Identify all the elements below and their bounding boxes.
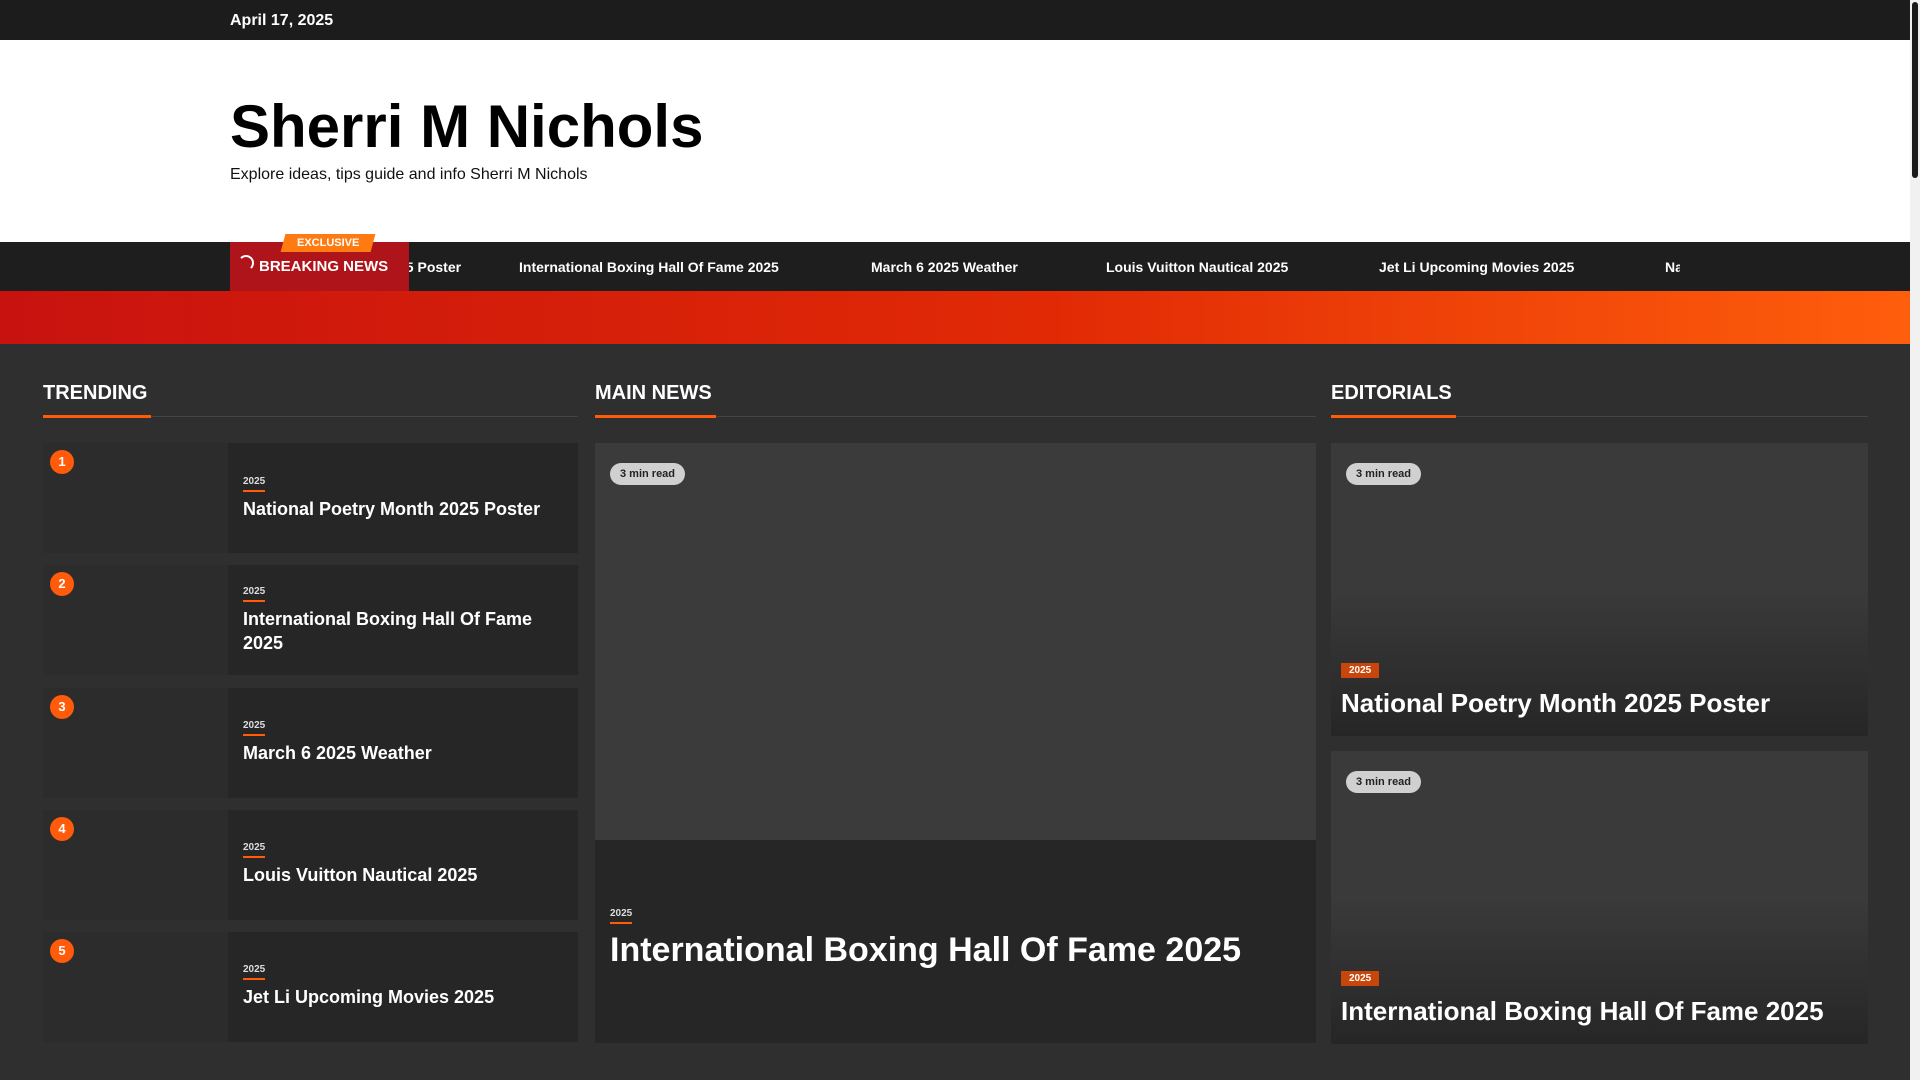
ticker-item[interactable]: Louis Vuitton Nautical 2025 bbox=[1106, 259, 1288, 275]
main-news-card[interactable]: 3 min read 2025 International Boxing Hal… bbox=[595, 443, 1316, 1043]
trending-item[interactable]: 3 2025 March 6 2025 Weather bbox=[43, 688, 578, 798]
ticker-item[interactable]: Jet Li Upcoming Movies 2025 bbox=[1379, 259, 1574, 275]
category-tag[interactable]: 2025 bbox=[243, 964, 266, 980]
trending-title[interactable]: Jet Li Upcoming Movies 2025 bbox=[243, 985, 563, 1009]
category-tag[interactable]: 2025 bbox=[243, 720, 266, 736]
category-tag[interactable]: 2025 bbox=[243, 476, 266, 492]
trending-title[interactable]: International Boxing Hall Of Fame 2025 bbox=[243, 607, 563, 655]
trending-title[interactable]: Louis Vuitton Nautical 2025 bbox=[243, 863, 563, 887]
trending-title[interactable]: National Poetry Month 2025 Poster bbox=[243, 497, 563, 521]
category-tag[interactable]: 2025 bbox=[1341, 971, 1380, 986]
site-title[interactable]: Sherri M Nichols bbox=[230, 92, 703, 161]
category-tag[interactable]: 2025 bbox=[610, 908, 633, 924]
read-time-badge: 3 min read bbox=[1346, 771, 1422, 793]
section-accent bbox=[1331, 415, 1456, 418]
editorial-title[interactable]: National Poetry Month 2025 Poster bbox=[1341, 688, 1770, 719]
page-scrollbar[interactable] bbox=[1910, 0, 1920, 1080]
trending-title[interactable]: March 6 2025 Weather bbox=[243, 741, 563, 765]
trending-item[interactable]: 2 2025 International Boxing Hall Of Fame… bbox=[43, 565, 578, 675]
ticker-item[interactable]: International Boxing Hall Of Fame 2025 bbox=[519, 259, 779, 275]
section-accent bbox=[595, 415, 716, 418]
section-accent bbox=[43, 415, 151, 418]
read-time-badge: 3 min read bbox=[610, 463, 686, 485]
editorial-card[interactable]: 3 min read 2025 International Boxing Hal… bbox=[1331, 751, 1868, 1044]
trending-item[interactable]: 1 2025 National Poetry Month 2025 Poster bbox=[43, 443, 578, 553]
read-time-badge: 3 min read bbox=[1346, 463, 1422, 485]
ticker-item[interactable]: National Poetry Month 2025 Poster bbox=[1665, 259, 1680, 275]
trending-item[interactable]: 4 2025 Louis Vuitton Nautical 2025 bbox=[43, 810, 578, 920]
main-news-title[interactable]: International Boxing Hall Of Fame 2025 bbox=[610, 931, 1241, 970]
top-bar: April 17, 2025 bbox=[0, 0, 1910, 40]
section-title-main-news: MAIN NEWS bbox=[595, 382, 712, 404]
trending-item[interactable]: 5 2025 Jet Li Upcoming Movies 2025 bbox=[43, 932, 578, 1042]
editorial-card[interactable]: 3 min read 2025 National Poetry Month 20… bbox=[1331, 443, 1868, 736]
scrollbar-thumb[interactable] bbox=[1912, 2, 1918, 178]
editorial-title[interactable]: International Boxing Hall Of Fame 2025 bbox=[1341, 996, 1824, 1027]
category-tag[interactable]: 2025 bbox=[243, 586, 266, 602]
rank-badge: 1 bbox=[50, 450, 74, 474]
accent-banner bbox=[0, 291, 1910, 344]
loading-spinner-icon bbox=[238, 255, 254, 271]
exclusive-tag: EXCLUSIVE bbox=[280, 234, 376, 252]
current-date: April 17, 2025 bbox=[230, 12, 334, 29]
breaking-news-label: BREAKING NEWS bbox=[259, 258, 389, 275]
rank-badge: 2 bbox=[50, 572, 74, 596]
site-description: Explore ideas, tips guide and info Sherr… bbox=[230, 166, 588, 183]
rank-badge: 4 bbox=[50, 817, 74, 841]
section-title-editorials: EDITORIALS bbox=[1331, 382, 1452, 404]
category-tag[interactable]: 2025 bbox=[243, 842, 266, 858]
section-title-trending: TRENDING bbox=[43, 382, 148, 404]
rank-badge: 5 bbox=[50, 939, 74, 963]
ticker-item[interactable]: March 6 2025 Weather bbox=[871, 259, 1018, 275]
category-tag[interactable]: 2025 bbox=[1341, 663, 1380, 678]
rank-badge: 3 bbox=[50, 695, 74, 719]
main-news-image[interactable] bbox=[595, 443, 1316, 840]
